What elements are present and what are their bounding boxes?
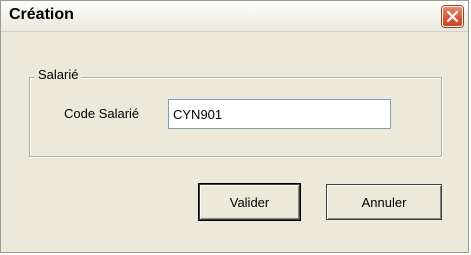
employee-code-label: Code Salarié [64, 106, 140, 121]
group-legend: Salarié [35, 67, 82, 82]
cancel-button[interactable]: Annuler [326, 184, 442, 220]
title-bar[interactable]: Création [1, 1, 468, 32]
close-button[interactable] [442, 6, 463, 27]
validate-button[interactable]: Valider [198, 183, 301, 221]
creation-dialog: Création Salarié Code Salarié Valider An… [0, 0, 469, 253]
close-icon [446, 10, 459, 23]
employee-code-input[interactable] [168, 99, 391, 129]
window-title: Création [9, 6, 74, 23]
